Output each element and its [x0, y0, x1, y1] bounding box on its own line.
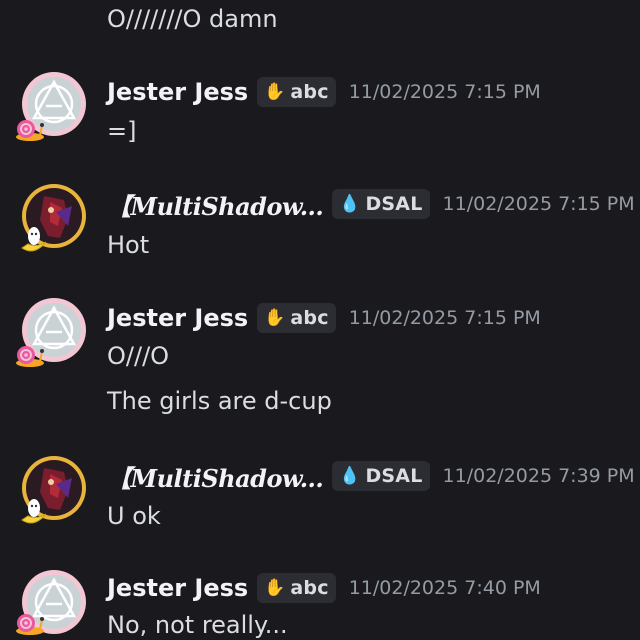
guild-tag-label: abc: [290, 577, 329, 599]
username[interactable]: 【MultiShadow...: [107, 459, 324, 494]
snail-icon: [12, 336, 46, 370]
timestamp: 11/02/2025 7:15 PM: [348, 307, 541, 329]
guild-tag[interactable]: ✋ abc: [257, 77, 336, 107]
guild-tag-label: abc: [290, 81, 329, 103]
message-text: No, not really...: [107, 611, 288, 639]
timestamp: 11/02/2025 7:39 PM: [442, 465, 635, 487]
message-text: Hot: [107, 231, 150, 259]
droplet-icon: 💧: [339, 465, 361, 486]
guild-tag-label: abc: [290, 307, 329, 329]
username[interactable]: 【MultiShadow...: [107, 187, 324, 222]
hand-icon: ✋: [264, 307, 286, 328]
guild-tag[interactable]: 💧 DSAL: [332, 189, 430, 219]
message-header: 【MultiShadow... 💧 DSAL 11/02/2025 7:39 P…: [107, 459, 635, 494]
username[interactable]: Jester Jess: [107, 574, 248, 602]
message-text: The girls are d-cup: [107, 387, 332, 415]
message-text: O///////O damn: [107, 5, 278, 33]
guild-tag-label: DSAL: [365, 465, 423, 487]
hand-icon: ✋: [264, 81, 286, 102]
username[interactable]: Jester Jess: [107, 304, 248, 332]
username[interactable]: Jester Jess: [107, 78, 248, 106]
message-text: O///O: [107, 342, 170, 370]
guild-tag[interactable]: 💧 DSAL: [332, 461, 430, 491]
snail-icon: [12, 604, 46, 638]
banana-icon: [16, 222, 50, 256]
message-feed: O///////O damn Jester Jess ✋ abc 11/02/2…: [0, 0, 640, 640]
guild-tag[interactable]: ✋ abc: [257, 303, 336, 333]
banana-icon: [16, 494, 50, 528]
message-header: 【MultiShadow... 💧 DSAL 11/02/2025 7:15 P…: [107, 187, 635, 222]
message-header: Jester Jess ✋ abc 11/02/2025 7:15 PM: [107, 302, 541, 334]
message-text: =]: [107, 117, 137, 145]
hand-icon: ✋: [264, 577, 286, 598]
timestamp: 11/02/2025 7:15 PM: [348, 81, 541, 103]
message-header: Jester Jess ✋ abc 11/02/2025 7:40 PM: [107, 572, 541, 604]
timestamp: 11/02/2025 7:40 PM: [348, 577, 541, 599]
guild-tag-label: DSAL: [365, 193, 423, 215]
message-header: Jester Jess ✋ abc 11/02/2025 7:15 PM: [107, 76, 541, 108]
guild-tag[interactable]: ✋ abc: [257, 573, 336, 603]
message-text: U ok: [107, 502, 161, 530]
droplet-icon: 💧: [339, 193, 361, 214]
timestamp: 11/02/2025 7:15 PM: [442, 193, 635, 215]
snail-icon: [12, 110, 46, 144]
